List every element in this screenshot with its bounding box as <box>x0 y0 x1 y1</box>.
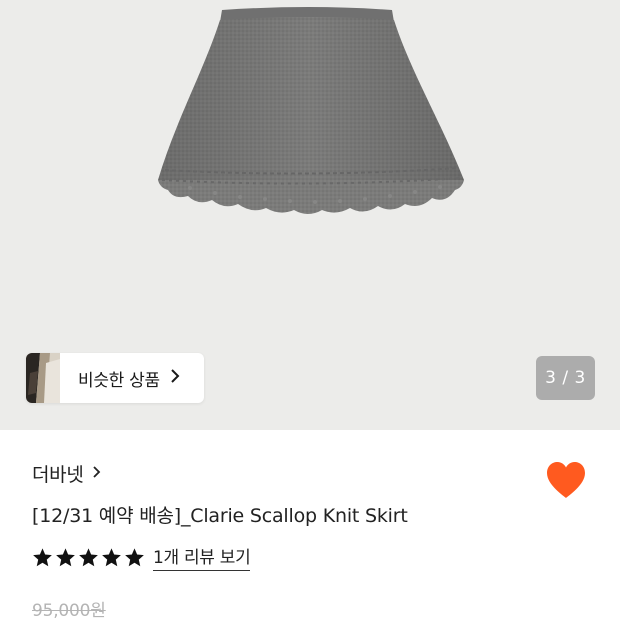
original-price: 95,000원 <box>32 601 106 620</box>
chevron-right-icon <box>170 368 180 389</box>
chevron-right-icon <box>92 464 101 484</box>
product-title: [12/31 예약 배송]_Clarie Scallop Knit Skirt <box>32 505 408 527</box>
similar-products-button[interactable]: 비슷한 상품 <box>26 353 204 403</box>
rating-stars <box>32 547 147 568</box>
like-button[interactable] <box>545 460 587 500</box>
image-page-indicator: 3 / 3 <box>536 356 595 400</box>
star-icon <box>125 547 144 566</box>
brand-link[interactable]: 더바넷 <box>32 460 101 487</box>
product-detail-page: 비슷한 상품 3 / 3 더바넷 [12/31 예약 배송]_Clarie Sc… <box>0 0 620 620</box>
view-reviews-link[interactable]: 1개 리뷰 보기 <box>153 543 251 571</box>
star-icon <box>79 547 98 566</box>
rating-row: 1개 리뷰 보기 <box>32 543 251 571</box>
product-image-gallery[interactable]: 비슷한 상품 3 / 3 <box>0 0 620 430</box>
star-icon <box>102 547 121 566</box>
brand-name: 더바넷 <box>32 464 84 486</box>
similar-product-thumbnail <box>26 353 60 403</box>
star-icon <box>56 547 75 566</box>
star-icon <box>33 547 52 566</box>
heart-icon <box>547 462 585 498</box>
similar-products-label: 비슷한 상품 <box>78 370 160 391</box>
